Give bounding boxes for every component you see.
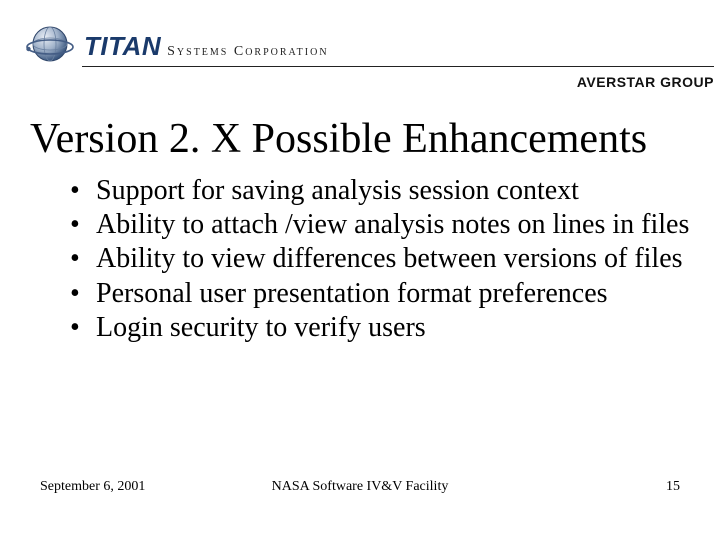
bullet-list: Support for saving analysis session cont… <box>64 175 690 344</box>
logo-text: TITAN Systems Corporation <box>84 31 329 62</box>
list-item: Support for saving analysis session cont… <box>64 175 690 207</box>
logo-brand-main: TITAN <box>84 31 161 62</box>
header-divider <box>82 66 714 67</box>
slide-footer: September 6, 2001 NASA Software IV&V Fac… <box>40 475 680 495</box>
logo-brand-sub: Systems Corporation <box>167 44 328 60</box>
footer-center: NASA Software IV&V Facility <box>40 479 680 495</box>
slide-title: Version 2. X Possible Enhancements <box>30 115 690 163</box>
slide-body: Support for saving analysis session cont… <box>64 175 690 346</box>
header-group-label: AVERSTAR GROUP <box>577 74 714 90</box>
list-item: Ability to view differences between vers… <box>64 243 690 275</box>
slide-header: TITAN Systems Corporation AVERSTAR GROUP <box>26 22 714 82</box>
list-item: Ability to attach /view analysis notes o… <box>64 209 690 241</box>
list-item: Personal user presentation format prefer… <box>64 278 690 310</box>
footer-page-number: 15 <box>666 479 680 495</box>
globe-icon <box>26 22 74 70</box>
slide: TITAN Systems Corporation AVERSTAR GROUP… <box>0 0 720 540</box>
list-item: Login security to verify users <box>64 312 690 344</box>
company-logo: TITAN Systems Corporation <box>26 22 329 70</box>
